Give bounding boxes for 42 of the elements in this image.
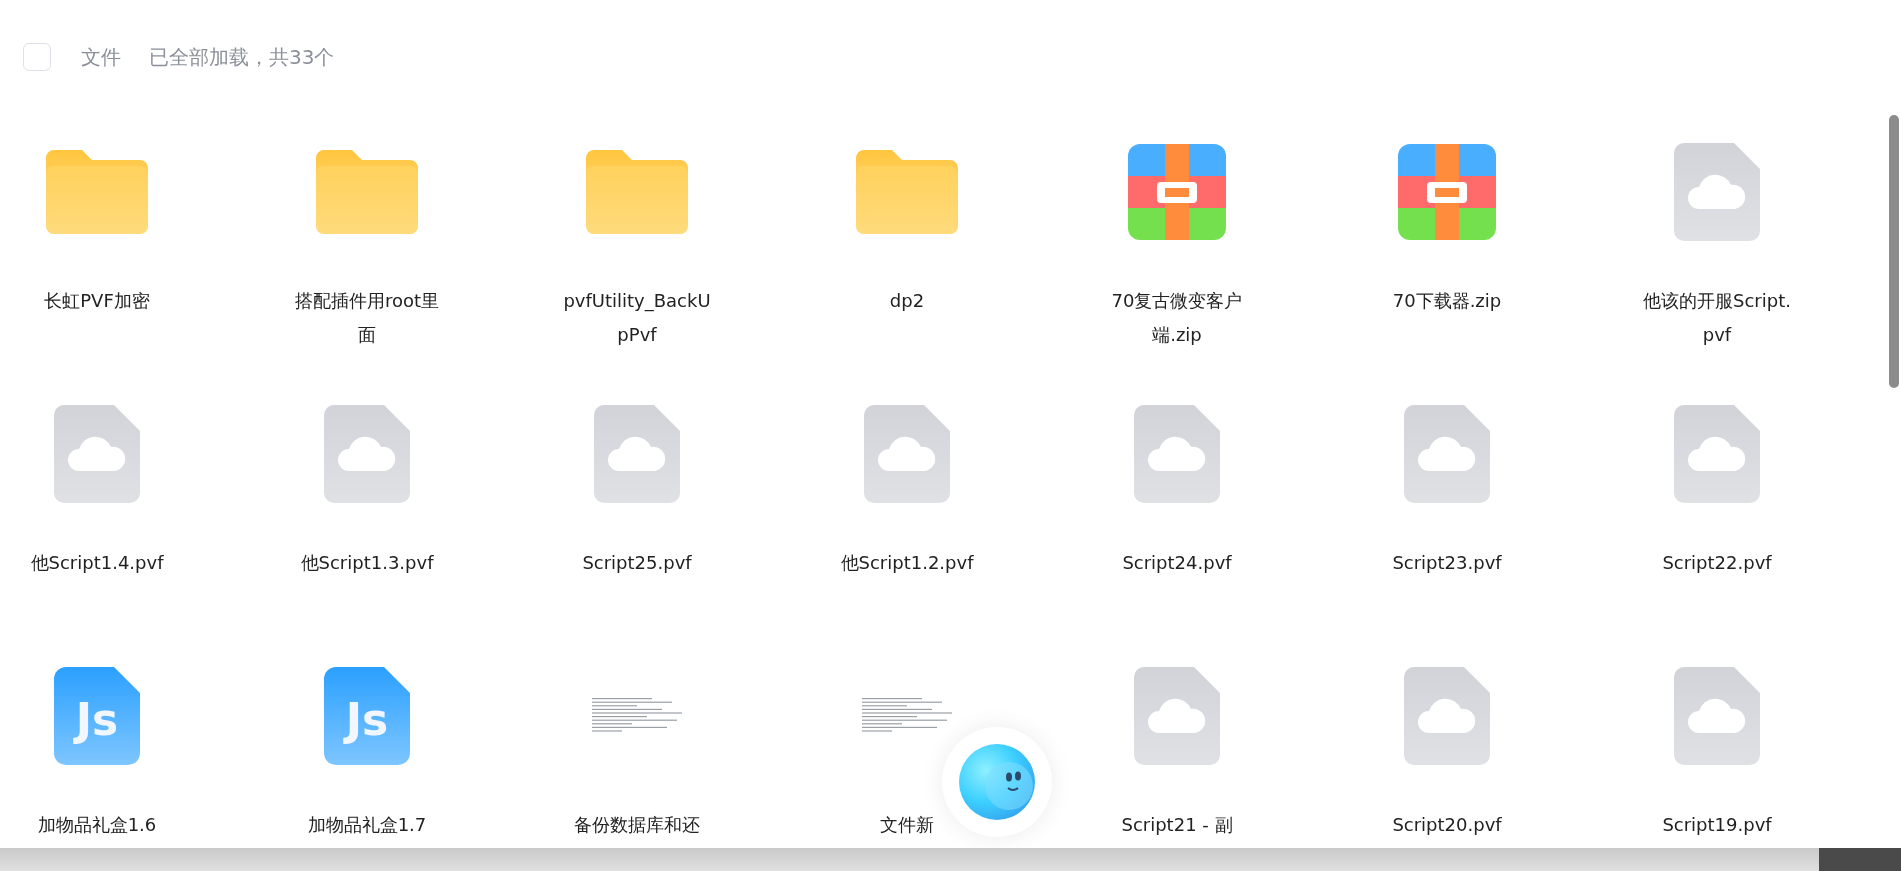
cloud-file-icon[interactable]: [1674, 143, 1760, 241]
cloud-file-icon[interactable]: [54, 405, 140, 503]
file-name[interactable]: 文件新: [880, 808, 934, 842]
section-title: 文件: [81, 43, 121, 71]
file-name[interactable]: 备份数据库和还: [574, 808, 700, 842]
file-name[interactable]: 他Script1.3.pvf: [300, 546, 434, 580]
file-name[interactable]: 他Script1.2.pvf: [840, 546, 974, 580]
cloud-file-icon[interactable]: [864, 405, 950, 503]
file-name[interactable]: Script19.pvf: [1662, 808, 1772, 842]
cloud-file-icon[interactable]: [1674, 667, 1760, 765]
select-all-checkbox[interactable]: [23, 43, 51, 71]
folder-icon[interactable]: [586, 150, 688, 234]
file-name[interactable]: Script24.pvf: [1122, 546, 1232, 580]
load-status: 已全部加载，共33个: [149, 43, 335, 71]
file-name[interactable]: dp2: [889, 284, 925, 318]
file-name[interactable]: 70复古微变客户端.zip: [1102, 284, 1252, 352]
archive-icon[interactable]: [1128, 144, 1226, 240]
folder-icon[interactable]: [856, 150, 958, 234]
cloud-file-icon[interactable]: [1674, 405, 1760, 503]
file-name[interactable]: 他Script1.4.pvf: [30, 546, 164, 580]
file-name[interactable]: Script23.pvf: [1392, 546, 1502, 580]
file-name[interactable]: 他该的开服Script.pvf: [1642, 284, 1792, 352]
archive-icon[interactable]: [1398, 144, 1496, 240]
file-name[interactable]: Script20.pvf: [1392, 808, 1502, 842]
file-name[interactable]: pvfUtility_BackUpPvf: [562, 284, 712, 352]
file-name[interactable]: 长虹PVF加密: [44, 284, 150, 318]
cloud-file-icon[interactable]: [1134, 667, 1220, 765]
file-name[interactable]: Script22.pvf: [1662, 546, 1772, 580]
cloud-file-icon[interactable]: [594, 405, 680, 503]
file-name[interactable]: Script21 - 副: [1121, 808, 1233, 842]
cloud-file-icon[interactable]: [1404, 667, 1490, 765]
scrollbar-thumb[interactable]: [1889, 115, 1899, 388]
cloud-file-icon[interactable]: [1404, 405, 1490, 503]
file-name[interactable]: 70下载器.zip: [1392, 284, 1502, 318]
folder-icon[interactable]: [46, 150, 148, 234]
file-name[interactable]: 加物品礼盒1.7: [307, 808, 427, 842]
cloud-file-icon[interactable]: [324, 405, 410, 503]
file-name[interactable]: 搭配插件用root里面: [292, 284, 442, 352]
folder-icon[interactable]: [316, 150, 418, 234]
file-name[interactable]: 加物品礼盒1.6: [37, 808, 157, 842]
cloud-file-icon[interactable]: [1134, 405, 1220, 503]
file-name[interactable]: Script25.pvf: [582, 546, 692, 580]
